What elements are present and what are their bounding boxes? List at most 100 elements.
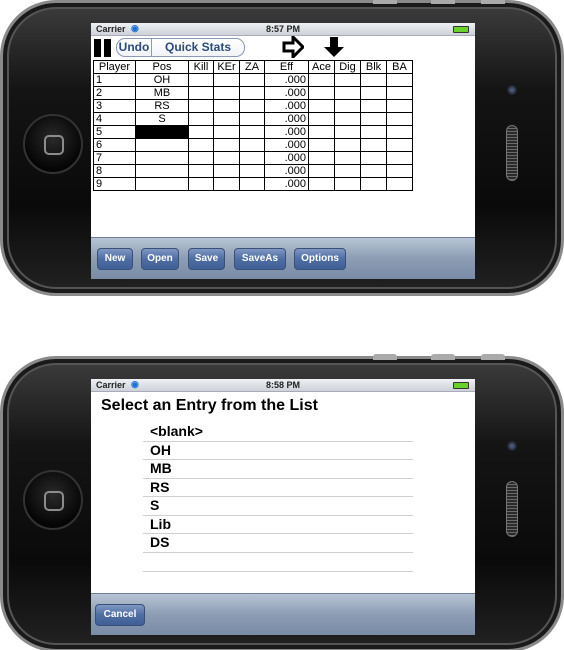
column-header[interactable]: Kill [188, 60, 214, 74]
position-cell[interactable] [135, 138, 189, 152]
stat-cell[interactable] [308, 112, 335, 126]
stat-cell[interactable] [360, 73, 387, 87]
stat-cell[interactable] [334, 73, 361, 87]
stat-cell[interactable] [308, 164, 335, 178]
position-cell[interactable]: MB [135, 86, 189, 100]
stat-cell[interactable] [360, 177, 387, 191]
stat-cell[interactable] [188, 125, 214, 139]
position-cell[interactable] [135, 164, 189, 178]
stat-cell[interactable] [334, 151, 361, 165]
quick-stats-button[interactable]: Quick Stats [151, 38, 245, 57]
column-header[interactable]: BA [386, 60, 413, 74]
stat-cell[interactable] [334, 164, 361, 178]
list-item[interactable]: S [143, 497, 413, 516]
stat-cell[interactable] [334, 177, 361, 191]
stat-cell[interactable] [213, 125, 240, 139]
column-header[interactable]: Pos [135, 60, 189, 74]
stat-cell[interactable] [334, 112, 361, 126]
stat-cell[interactable] [360, 151, 387, 165]
stat-cell[interactable] [386, 151, 413, 165]
stat-cell[interactable] [386, 73, 413, 87]
stat-cell[interactable] [239, 73, 265, 87]
player-cell[interactable]: 5 [93, 125, 136, 139]
stat-cell[interactable] [308, 151, 335, 165]
stat-cell[interactable] [308, 125, 335, 139]
stat-cell[interactable] [239, 86, 265, 100]
stat-cell[interactable] [360, 112, 387, 126]
stat-cell[interactable] [360, 138, 387, 152]
list-item[interactable]: <blank> [143, 423, 413, 442]
stat-cell[interactable] [213, 164, 240, 178]
stat-cell[interactable] [213, 112, 240, 126]
stat-cell[interactable] [360, 164, 387, 178]
arrow-down-icon[interactable] [323, 36, 345, 58]
list-item[interactable]: RS [143, 479, 413, 497]
cancel-button[interactable]: Cancel [95, 604, 145, 626]
column-header[interactable]: ZA [239, 60, 265, 74]
stat-cell[interactable] [360, 125, 387, 139]
player-cell[interactable]: 7 [93, 151, 136, 165]
open-button[interactable]: Open [141, 248, 179, 270]
player-cell[interactable]: 9 [93, 177, 136, 191]
stat-cell[interactable] [386, 125, 413, 139]
save-as-button[interactable]: SaveAs [234, 248, 286, 270]
column-header[interactable]: Dig [334, 60, 361, 74]
stat-cell[interactable] [213, 99, 240, 113]
stat-cell[interactable] [386, 99, 413, 113]
player-cell[interactable]: 3 [93, 99, 136, 113]
stat-cell[interactable] [308, 86, 335, 100]
stat-cell[interactable] [213, 73, 240, 87]
stat-cell[interactable] [188, 99, 214, 113]
pause-icon[interactable] [93, 39, 113, 57]
column-header[interactable]: KEr [213, 60, 240, 74]
stat-cell[interactable] [239, 125, 265, 139]
new-button[interactable]: New [97, 248, 133, 270]
stat-cell[interactable] [188, 73, 214, 87]
list-item[interactable]: Lib [143, 516, 413, 534]
column-header[interactable]: Ace [308, 60, 335, 74]
player-cell[interactable]: 1 [93, 73, 136, 87]
stat-cell[interactable] [386, 138, 413, 152]
position-cell[interactable]: OH [135, 73, 189, 87]
stat-cell[interactable] [239, 177, 265, 191]
stat-cell[interactable] [386, 112, 413, 126]
stat-cell[interactable] [213, 177, 240, 191]
player-cell[interactable]: 4 [93, 112, 136, 126]
stat-cell[interactable] [213, 151, 240, 165]
stat-cell[interactable] [386, 164, 413, 178]
column-header[interactable]: Eff [264, 60, 309, 74]
stat-cell[interactable] [188, 164, 214, 178]
stat-cell[interactable] [239, 138, 265, 152]
stat-cell[interactable] [360, 99, 387, 113]
position-cell[interactable]: RS [135, 99, 189, 113]
stat-cell[interactable] [308, 99, 335, 113]
stat-cell[interactable] [213, 138, 240, 152]
undo-button[interactable]: Undo [116, 38, 152, 57]
stat-cell[interactable] [188, 86, 214, 100]
stat-cell[interactable] [308, 138, 335, 152]
stat-cell[interactable] [334, 125, 361, 139]
stat-cell[interactable] [188, 177, 214, 191]
stat-cell[interactable] [308, 177, 335, 191]
column-header[interactable]: Blk [360, 60, 387, 74]
position-cell[interactable]: S [135, 112, 189, 126]
stat-cell[interactable] [188, 112, 214, 126]
position-cell-selected[interactable] [135, 125, 189, 139]
arrow-right-icon[interactable] [282, 36, 304, 58]
stat-cell[interactable] [239, 151, 265, 165]
list-item[interactable]: OH [143, 442, 413, 460]
stat-cell[interactable] [239, 112, 265, 126]
stat-cell[interactable] [308, 73, 335, 87]
stat-cell[interactable] [239, 164, 265, 178]
home-button-icon[interactable] [23, 470, 83, 530]
stat-cell[interactable] [386, 177, 413, 191]
save-button[interactable]: Save [188, 248, 225, 270]
stat-cell[interactable] [213, 86, 240, 100]
stat-cell[interactable] [334, 99, 361, 113]
options-button[interactable]: Options [294, 248, 346, 270]
stat-cell[interactable] [386, 86, 413, 100]
stat-cell[interactable] [360, 86, 387, 100]
column-header[interactable]: Player [93, 60, 136, 74]
player-cell[interactable]: 8 [93, 164, 136, 178]
position-cell[interactable] [135, 151, 189, 165]
